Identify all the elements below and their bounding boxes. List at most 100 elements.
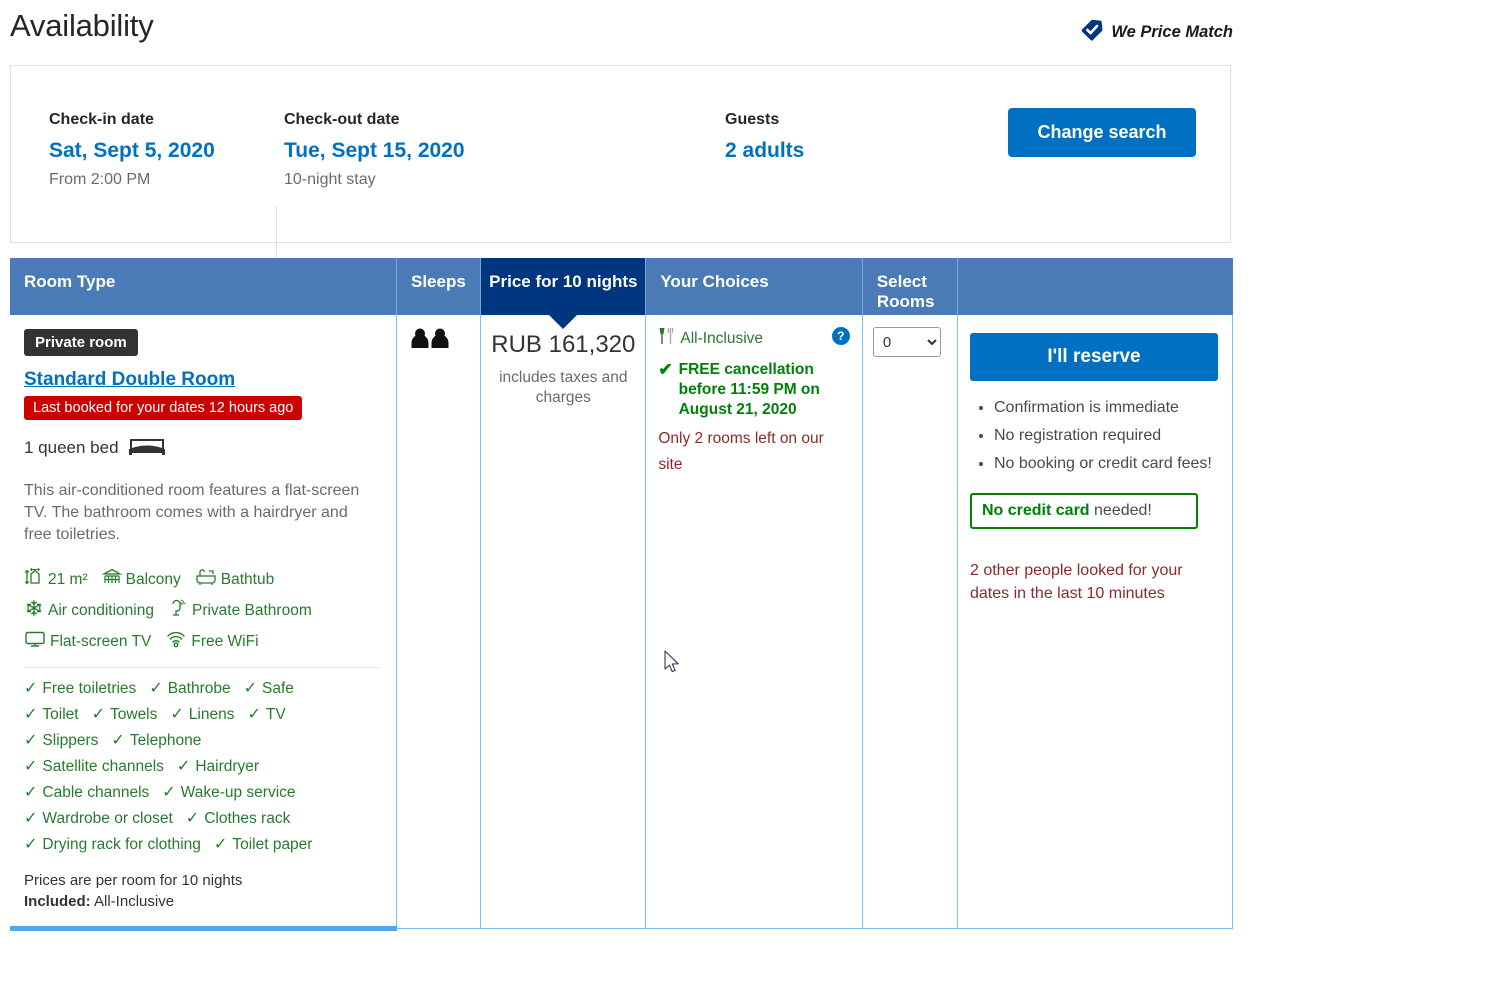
check-item: ✓ Slippers [24,732,98,750]
header-room-type[interactable]: Room Type [10,258,397,315]
select-rooms-dropdown[interactable]: 0 1 2 [872,327,941,357]
check-icon: ✓ [185,810,200,827]
help-icon[interactable]: ? [831,327,850,345]
facility-icon-list: 21 m² Balcony Bathtub Air conditioning P… [24,567,380,653]
check-icon: ✓ [162,784,176,801]
social-proof-message: 2 other people looked for your dates in … [969,562,1183,602]
checklist-row: ✓ Wardrobe or closet ✓ Clothes rack [24,810,380,828]
check-icon: ✓ [170,706,184,723]
check-icon: ✓ [91,706,105,723]
price-note: includes taxes and charges [499,369,628,406]
check-item: ✓ Hairdryer [177,758,259,776]
checklist: ✓ Free toiletries ✓ Bathrobe ✓ Safe ✓ Toilet… [24,680,380,854]
cell-reserve: I'll reserve Confirmation is immediate N… [957,315,1234,929]
check-item: ✓ Wake-up service [162,784,295,802]
included-value: All-Inclusive [94,893,175,910]
list-item: Confirmation is immediate [994,397,1218,419]
check-label: Telephone [129,732,202,749]
header-price[interactable]: Price for 10 nights [480,258,647,329]
check-label: Free toiletries [42,680,137,697]
cell-your-choices: All-Inclusive ? ✔ FREE cancellation befo… [645,315,863,929]
two-adults-icon [409,328,453,353]
check-label: Wake-up service [180,784,296,801]
check-label: Slippers [42,732,99,749]
meal-plan-icon [658,327,674,350]
facility-wifi: Free WiFi [165,630,259,653]
check-icon: ✓ [176,758,191,775]
check-label: Clothes rack [204,810,291,827]
free-cancellation-item: ✔ FREE cancellation before 11:59 PM on A… [658,360,849,420]
facility-size-label: 21 m² [48,570,88,588]
reserve-button[interactable]: I'll reserve [969,333,1218,381]
check-item: ✓ Toilet [24,706,79,724]
bed-label: 1 queen bed [24,437,119,457]
bed-configuration: 1 queen bed [24,435,380,460]
checkout-block: Check-out date Tue, Sept 15, 2020 10-nig… [284,111,465,189]
price-tag-check-icon [1080,18,1104,47]
check-label: Toilet paper [232,836,313,853]
check-item: ✓ TV [247,706,285,724]
checkout-value[interactable]: Tue, Sept 15, 2020 [284,139,465,163]
list-item: No booking or credit card fees! [994,453,1218,475]
guests-block: Guests 2 adults [725,111,804,171]
header-your-choices[interactable]: Your Choices [645,258,863,315]
room-description: This air-conditioned room features a fla… [24,482,360,543]
availability-table: Room Type Sleeps Price for 10 nights You… [10,258,1234,931]
cell-select-rooms: 0 1 2 [862,315,958,929]
facility-ac-label: Air conditioning [48,601,154,619]
no-credit-card-rest: needed! [1089,502,1152,519]
cell-price: RUB 161,320 includes taxes and charges [480,315,647,929]
price-match-badge: We Price Match [1080,18,1233,47]
private-room-badge: Private room [24,329,138,356]
change-search-button[interactable]: Change search [1008,108,1196,157]
cell-room-type: Private room Standard Double Room Last b… [10,315,397,931]
facility-bathtub-label: Bathtub [220,570,275,588]
checkin-value[interactable]: Sat, Sept 5, 2020 [49,139,215,163]
wifi-icon [165,630,187,653]
check-icon: ✓ [149,680,163,697]
check-item: ✓ Toilet paper [214,836,313,854]
check-item: ✓ Telephone [111,732,201,750]
checkin-time: From 2:00 PM [49,171,151,188]
private-bathroom-icon [168,599,188,622]
top-bar: Availability We Price Match [0,0,1485,60]
no-credit-card-badge: No credit card needed! [969,493,1198,529]
list-item: No registration required [994,425,1218,447]
size-icon [24,567,44,591]
room-name-link[interactable]: Standard Double Room [24,369,380,391]
check-item: ✓ Safe [244,680,294,698]
header-select-rooms[interactable]: Select Rooms [862,258,958,315]
prices-per-room-note: Prices are per room for 10 nights [24,872,243,889]
checklist-row: ✓ Drying rack for clothing ✓ Toilet paper [24,836,380,854]
all-inclusive-item: All-Inclusive [658,327,763,350]
header-sleeps[interactable]: Sleeps [396,258,482,315]
facilities-divider [24,667,380,668]
check-item: ✓ Drying rack for clothing [24,836,201,854]
checklist-row: ✓ Cable channels ✓ Wake-up service [24,784,380,802]
cell-sleeps [396,315,482,929]
rooms-left-warning: Only 2 rooms left on our site [658,430,824,473]
availability-page: Availability We Price Match Check-in dat… [0,0,1485,995]
last-booked-badge: Last booked for your dates 12 hours ago [24,396,303,420]
free-cancellation-text: FREE cancellation before 11:59 PM on Aug… [678,361,820,418]
price-match-label: We Price Match [1111,23,1233,41]
facility-balcony-label: Balcony [125,570,181,588]
room-footer-note: Prices are per room for 10 nights Includ… [24,870,380,912]
checkin-label: Check-in date [49,111,154,128]
table-row: Private room Standard Double Room Last b… [10,315,1234,931]
price-column-pointer-icon [549,315,578,329]
search-summary-box: Check-in date Sat, Sept 5, 2020 From 2:0… [10,65,1231,258]
guests-value[interactable]: 2 adults [725,139,804,163]
check-icon: ✓ [24,810,38,827]
check-icon: ✓ [111,732,125,749]
guests-label: Guests [725,111,780,128]
check-item: ✓ Satellite channels [24,758,164,776]
check-item: ✓ Linens [170,706,234,724]
check-item: ✓ Cable channels [24,784,149,802]
facility-size: 21 m² [24,567,88,591]
checklist-row: ✓ Slippers ✓ Telephone [24,732,380,750]
checklist-row: ✓ Free toiletries ✓ Bathrobe ✓ Safe [24,680,380,698]
facility-bathtub: Bathtub [195,568,274,591]
check-label: Cable channels [42,784,150,801]
page-title: Availability [10,8,154,43]
